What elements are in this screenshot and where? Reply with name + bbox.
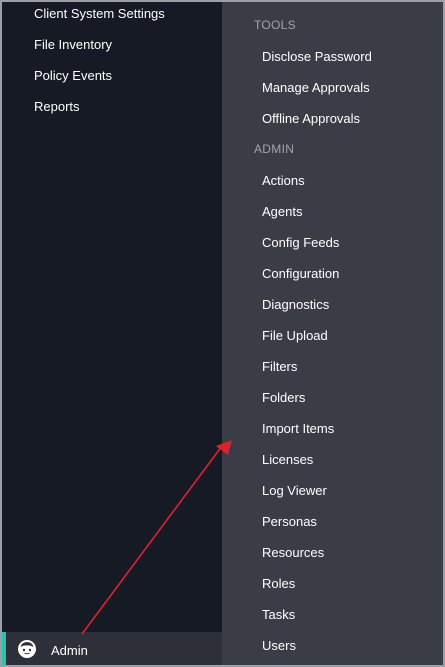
nav-item-admin[interactable]: Admin: [0, 632, 222, 667]
menu-item-manage-approvals[interactable]: Manage Approvals: [262, 80, 370, 96]
nav-item-reports[interactable]: Reports: [34, 99, 80, 115]
menu-item-resources[interactable]: Resources: [262, 545, 324, 561]
left-sidebar: Client System Settings File Inventory Po…: [0, 0, 222, 632]
admin-header: ADMIN: [254, 142, 295, 156]
menu-item-personas[interactable]: Personas: [262, 514, 317, 530]
menu-item-roles[interactable]: Roles: [262, 576, 295, 592]
admin-label: Admin: [51, 643, 88, 658]
menu-item-tasks[interactable]: Tasks: [262, 607, 295, 623]
menu-item-file-upload[interactable]: File Upload: [262, 328, 328, 344]
menu-item-folders[interactable]: Folders: [262, 390, 305, 406]
menu-item-configuration[interactable]: Configuration: [262, 266, 339, 282]
menu-item-actions[interactable]: Actions: [262, 173, 305, 189]
menu-item-licenses[interactable]: Licenses: [262, 452, 313, 468]
menu-item-agents[interactable]: Agents: [262, 204, 302, 220]
menu-item-diagnostics[interactable]: Diagnostics: [262, 297, 329, 313]
menu-item-filters[interactable]: Filters: [262, 359, 297, 375]
nav-item-client-system-settings[interactable]: Client System Settings: [34, 6, 165, 22]
active-indicator: [2, 632, 6, 667]
menu-item-offline-approvals[interactable]: Offline Approvals: [262, 111, 360, 127]
user-face-icon: [17, 639, 37, 659]
nav-item-policy-events[interactable]: Policy Events: [34, 68, 112, 84]
tools-header: TOOLS: [254, 18, 296, 32]
flyout-menu: TOOLS Disclose Password Manage Approvals…: [222, 0, 445, 667]
menu-item-disclose-password[interactable]: Disclose Password: [262, 49, 372, 65]
menu-item-users[interactable]: Users: [262, 638, 296, 654]
menu-item-import-items[interactable]: Import Items: [262, 421, 334, 437]
nav-item-file-inventory[interactable]: File Inventory: [34, 37, 112, 53]
menu-item-config-feeds[interactable]: Config Feeds: [262, 235, 339, 251]
menu-item-log-viewer[interactable]: Log Viewer: [262, 483, 327, 499]
